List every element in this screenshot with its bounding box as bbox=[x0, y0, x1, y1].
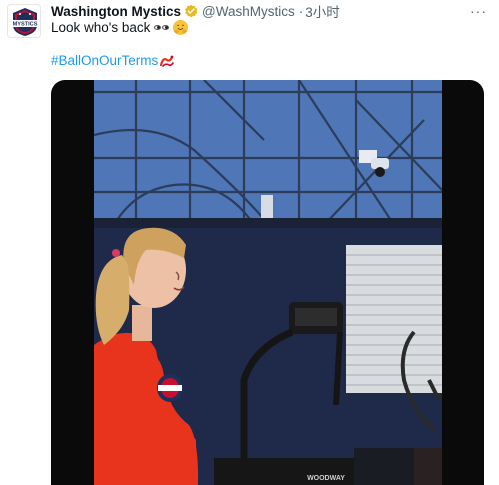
tweet[interactable]: MYSTICS Washington Mystics @WashMystics … bbox=[0, 0, 499, 485]
hashtag-emoji-icon bbox=[160, 55, 175, 67]
hashtag-link[interactable]: #BallOnOurTerms bbox=[51, 53, 158, 68]
tweet-text-content: Look who's back bbox=[51, 20, 151, 35]
verified-badge-icon bbox=[185, 4, 198, 18]
account-avatar[interactable]: MYSTICS bbox=[7, 4, 41, 38]
hashtag-line: #BallOnOurTerms bbox=[51, 53, 175, 68]
video-frame[interactable]: WOODWAY bbox=[94, 80, 442, 485]
video-media[interactable]: WOODWAY bbox=[51, 80, 484, 485]
account-handle[interactable]: @WashMystics bbox=[202, 4, 295, 19]
account-name[interactable]: Washington Mystics bbox=[51, 4, 181, 19]
wall-sensor bbox=[261, 195, 273, 219]
tweet-text: Look who's back bbox=[51, 20, 189, 35]
more-icon[interactable]: ··· bbox=[470, 3, 487, 19]
tweet-header: Washington Mystics @WashMystics · 3小时 bbox=[51, 1, 340, 21]
shirt-logo bbox=[157, 374, 183, 402]
tweet-time[interactable]: 3小时 bbox=[305, 1, 340, 21]
eyes-icon bbox=[154, 25, 170, 30]
mystics-logo-icon: MYSTICS bbox=[8, 5, 40, 37]
treadmill-brand: WOODWAY bbox=[307, 475, 345, 482]
hugging-face-icon bbox=[173, 20, 189, 35]
logo-text: MYSTICS bbox=[13, 22, 38, 28]
window-blinds bbox=[346, 245, 442, 393]
header-separator: · bbox=[298, 3, 304, 19]
video-scene: WOODWAY bbox=[94, 80, 442, 485]
